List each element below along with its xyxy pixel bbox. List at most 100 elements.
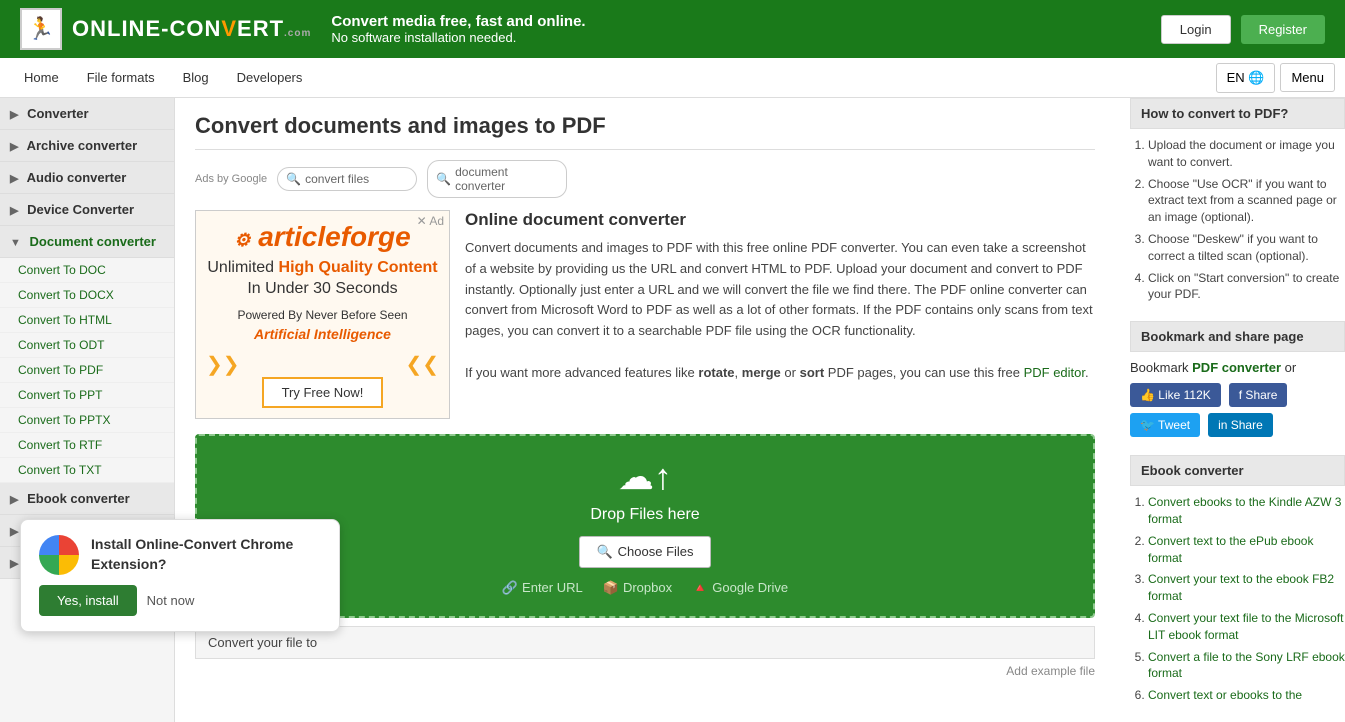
sidebar-item-converter[interactable]: ▶ Converter (0, 98, 174, 130)
sidebar-item-document[interactable]: ▼ Document converter (0, 226, 174, 258)
google-drive-icon: 🔺 (692, 580, 708, 596)
sidebar-sub-odt[interactable]: Convert To ODT (0, 333, 174, 358)
ad-logo: ⚙ articleforge (206, 221, 439, 253)
nav-blog[interactable]: Blog (169, 58, 223, 97)
choose-files-button[interactable]: 🔍 Choose Files (579, 536, 710, 568)
ebook-section: Ebook converter Convert ebooks to the Ki… (1130, 455, 1345, 704)
sidebar-sub-rtf[interactable]: Convert To RTF (0, 433, 174, 458)
social-row-1: 👍 Like 112K f Share (1130, 383, 1345, 407)
nav-right: EN 🌐 Menu (1216, 63, 1335, 93)
facebook-share-button[interactable]: f Share (1229, 383, 1288, 407)
sidebar-item-archive[interactable]: ▶ Archive converter (0, 130, 174, 162)
chrome-popup-text: Install Online-Convert Chrome Extension? (91, 535, 321, 574)
how-to-title: How to convert to PDF? (1130, 98, 1345, 129)
converter-desc3: PDF pages, you can use this free (824, 365, 1023, 380)
ebook-link-1[interactable]: Convert ebooks to the Kindle AZW 3 forma… (1148, 495, 1341, 526)
pdf-editor-link[interactable]: PDF editor (1024, 365, 1085, 380)
not-now-button[interactable]: Not now (147, 593, 195, 608)
link-icon: 🔗 (502, 580, 518, 596)
sidebar-archive-label: Archive converter (27, 138, 138, 153)
converter-desc2: If you want more advanced features like (465, 365, 698, 380)
sidebar-item-ebook[interactable]: ▶ Ebook converter (0, 483, 174, 515)
ad-close-button[interactable]: ✕ Ad (417, 214, 444, 228)
tagline: Convert media free, fast and online. No … (331, 13, 585, 45)
ebook-link-5[interactable]: Convert a file to the Sony LRF ebook for… (1148, 650, 1345, 681)
chrome-popup-top: Install Online-Convert Chrome Extension? (39, 535, 321, 575)
ad-headline-plain2: In Under 30 Seconds (247, 280, 397, 297)
how-to-section: How to convert to PDF? Upload the docume… (1130, 98, 1345, 303)
nav-home[interactable]: Home (10, 58, 73, 97)
ad-arrows: ❯❯ ❮❮ (206, 352, 439, 377)
yes-install-button[interactable]: Yes, install (39, 585, 137, 616)
ebook-item-3: Convert your text to the ebook FB2 forma… (1148, 571, 1345, 605)
ad-search-text-1: convert files (305, 172, 369, 186)
ad-inner: ⚙ articleforge Unlimited High Quality Co… (196, 211, 449, 418)
sidebar-sub-pdf[interactable]: Convert To PDF (0, 358, 174, 383)
choose-btn-label: Choose Files (618, 544, 694, 559)
nav-file-formats[interactable]: File formats (73, 58, 169, 97)
nav-developers[interactable]: Developers (223, 58, 317, 97)
sidebar-item-audio[interactable]: ▶ Audio converter (0, 162, 174, 194)
arrow-icon: ▶ (10, 526, 18, 538)
page-title: Convert documents and images to PDF (195, 113, 1095, 150)
ad-search-2[interactable]: 🔍 document converter (427, 160, 567, 198)
right-sidebar: How to convert to PDF? Upload the docume… (1115, 98, 1345, 722)
add-example-link[interactable]: Add example file (195, 664, 1095, 678)
ebook-link-3[interactable]: Convert your text to the ebook FB2 forma… (1148, 572, 1334, 603)
sidebar-sub-docx[interactable]: Convert To DOCX (0, 283, 174, 308)
ad-block: ✕ Ad ⚙ articleforge Unlimited High Quali… (195, 210, 450, 419)
upload-links: 🔗 Enter URL 📦 Dropbox 🔺 Google Drive (217, 580, 1073, 596)
ad-logo-text: articleforge (258, 221, 411, 252)
bookmark-link[interactable]: PDF converter (1192, 360, 1281, 375)
google-drive-link[interactable]: 🔺 Google Drive (692, 580, 788, 596)
sort-label: sort (800, 365, 825, 380)
twitter-button[interactable]: 🐦 Tweet (1130, 413, 1200, 437)
dropbox-icon: 📦 (603, 580, 619, 596)
ebook-item-6: Convert text or ebooks to the (1148, 687, 1345, 704)
sidebar-sub-html[interactable]: Convert To HTML (0, 308, 174, 333)
convert-banner-text: Convert your file to (208, 635, 317, 650)
arrow-icon: ▶ (10, 558, 18, 570)
ad-headline-orange: High Quality Content (279, 259, 438, 276)
register-button[interactable]: Register (1241, 15, 1325, 44)
enter-url-link[interactable]: 🔗 Enter URL (502, 580, 583, 596)
sidebar-sub-pptx[interactable]: Convert To PPTX (0, 408, 174, 433)
ad-sub: Powered By Never Before Seen (206, 308, 439, 322)
ebook-title: Ebook converter (1130, 455, 1345, 486)
facebook-like-button[interactable]: 👍 Like 112K (1130, 383, 1221, 407)
how-to-step-2: Choose "Use OCR" if you want to extract … (1148, 176, 1345, 226)
linkedin-button[interactable]: in Share (1208, 413, 1273, 437)
ebook-item-1: Convert ebooks to the Kindle AZW 3 forma… (1148, 494, 1345, 528)
login-button[interactable]: Login (1161, 15, 1231, 44)
how-to-step-3: Choose "Deskew" if you want to correct a… (1148, 231, 1345, 265)
menu-button[interactable]: Menu (1280, 63, 1335, 92)
converter-desc: Convert documents and images to PDF with… (465, 238, 1095, 384)
ad-logo-icon: ⚙ (234, 230, 250, 250)
logo-icon: 🏃 (27, 16, 54, 42)
sidebar-item-device[interactable]: ▶ Device Converter (0, 194, 174, 226)
sidebar-sub-doc[interactable]: Convert To DOC (0, 258, 174, 283)
navbar: Home File formats Blog Developers EN 🌐 M… (0, 58, 1345, 98)
content-row: ✕ Ad ⚙ articleforge Unlimited High Quali… (195, 210, 1095, 419)
ad-try-button[interactable]: Try Free Now! (262, 377, 384, 408)
sidebar-sub-ppt[interactable]: Convert To PPT (0, 383, 174, 408)
ads-label: Ads by Google (195, 173, 267, 185)
ebook-link-2[interactable]: Convert text to the ePub ebook format (1148, 534, 1313, 565)
sidebar-sub-txt[interactable]: Convert To TXT (0, 458, 174, 483)
dropbox-link[interactable]: 📦 Dropbox (603, 580, 672, 596)
chrome-icon (39, 535, 79, 575)
sidebar-audio-label: Audio converter (27, 170, 127, 185)
ebook-item-4: Convert your text file to the Microsoft … (1148, 610, 1345, 644)
bookmark-section: Bookmark and share page Bookmark PDF con… (1130, 321, 1345, 437)
arrow-down-icon: ▼ (10, 237, 21, 249)
enter-url-label: Enter URL (522, 580, 583, 595)
ebook-link-4[interactable]: Convert your text file to the Microsoft … (1148, 611, 1343, 642)
ad-search-1[interactable]: 🔍 convert files (277, 167, 417, 191)
rotate-label: rotate (698, 365, 734, 380)
sidebar-document-label: Document converter (30, 234, 156, 249)
language-button[interactable]: EN 🌐 (1216, 63, 1276, 93)
ebook-link-6[interactable]: Convert text or ebooks to the (1148, 688, 1302, 702)
converter-desc-or2: or (781, 365, 800, 380)
upload-icon: ☁↑ (217, 456, 1073, 498)
search-icon-2: 🔍 (436, 172, 451, 186)
